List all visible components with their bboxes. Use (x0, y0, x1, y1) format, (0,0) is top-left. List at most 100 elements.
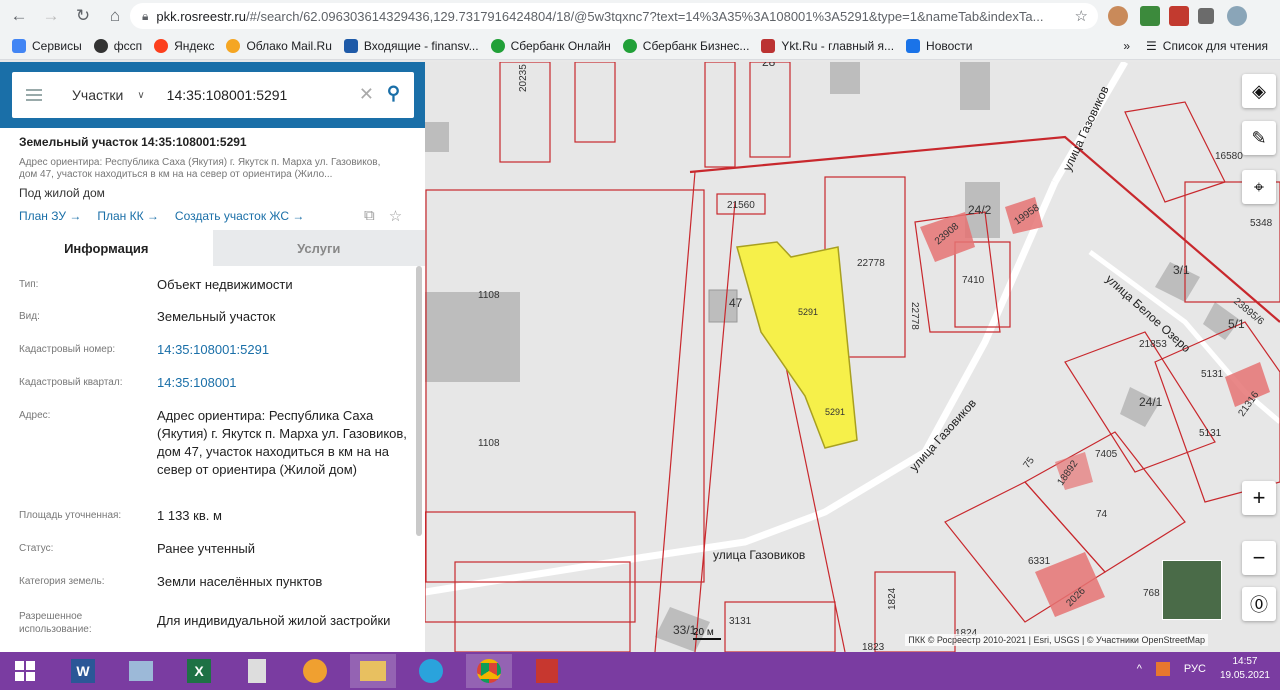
row-label: Тип: (19, 279, 39, 290)
info-row: Статус: Ранее учтенный (0, 536, 416, 569)
zoom-to-icon[interactable]: ⧉ (364, 207, 375, 225)
bookmark-star-icon[interactable]: ☆ (1075, 7, 1088, 25)
row-label: Вид: (19, 311, 40, 322)
search-icon[interactable]: ⚲ (387, 83, 400, 104)
start-icon[interactable] (2, 654, 48, 688)
zoom-out-button[interactable]: − (1242, 541, 1276, 575)
search-input[interactable]: 14:35:108001:5291 (167, 87, 288, 103)
row-value: Для индивидуальной жилой застройки (157, 613, 391, 628)
panel-scrollbar[interactable] (416, 266, 422, 536)
pdf-icon[interactable] (524, 654, 570, 688)
map-label: 5131 (1199, 428, 1222, 439)
zoom-in-button[interactable]: + (1242, 481, 1276, 515)
sberbank-icon (622, 38, 637, 53)
bookmark-item[interactable]: Сбербанк Онлайн (490, 38, 611, 53)
bookmark-item[interactable]: Облако Mail.Ru (226, 38, 332, 53)
calculator-icon[interactable] (234, 654, 280, 688)
bookmark-item[interactable]: Сбербанк Бизнес... (622, 38, 749, 53)
address-bar[interactable]: 🔒︎ pkk.rosreestr.ru/#/search/62.09630361… (130, 3, 1098, 29)
avatar[interactable] (1227, 6, 1247, 26)
compass-button[interactable]: ⓪ (1242, 587, 1276, 621)
object-title: Земельный участок 14:35:108001:5291 (19, 135, 247, 149)
search-bar: Участки ∨ 14:35:108001:5291 ✕ ⚲ (0, 62, 425, 128)
language-indicator[interactable]: РУС (1184, 663, 1206, 675)
plan-kk-link[interactable]: План КК → (97, 209, 159, 223)
measure-button[interactable]: ✎ (1242, 121, 1276, 155)
tray-app-icon[interactable] (1155, 662, 1170, 676)
row-value: Объект недвижимости (157, 277, 293, 292)
extension-icon[interactable] (1108, 6, 1128, 26)
app-icon[interactable] (292, 654, 338, 688)
system-tray: ^ РУС 14:57 19.05.2021 (1137, 655, 1270, 683)
map-label: 22778 (857, 258, 885, 269)
map-attribution: ПКК © Росреестр 2010-2021 | Esri, USGS |… (905, 634, 1208, 646)
create-plot-link[interactable]: Создать участок ЖС → (175, 209, 304, 223)
plan-zu-link[interactable]: План ЗУ → (19, 209, 81, 223)
word-icon[interactable]: W (60, 654, 106, 688)
row-value: Ранее учтенный (157, 541, 255, 556)
apps-icon (12, 38, 26, 53)
cadastral-number-link[interactable]: 14:35:108001:5291 (157, 341, 413, 365)
row-value: Адрес ориентира: Республика Саха (Якутия… (157, 408, 407, 477)
locate-button[interactable]: ⌖ (1242, 170, 1276, 204)
layers-button[interactable]: ◈ (1242, 74, 1276, 108)
row-label: Статус: (19, 543, 54, 554)
close-icon[interactable]: ✕ (359, 84, 374, 105)
clock[interactable]: 14:57 19.05.2021 (1220, 655, 1270, 683)
explorer-icon[interactable] (118, 654, 164, 688)
reload-icon[interactable]: ↻ (70, 3, 96, 29)
bookmark-item[interactable]: Ykt.Ru - главный я... (761, 38, 894, 53)
puzzle-icon[interactable] (1198, 8, 1214, 24)
map-label: 22778 (909, 302, 920, 330)
bookmark-item[interactable]: Яндекс (154, 38, 214, 53)
back-icon[interactable]: ← (6, 3, 32, 29)
map-label: 24/1 (1139, 395, 1163, 409)
map-label: 75 (1021, 455, 1037, 471)
info-row: Кадастровый номер: 14:35:108001:5291 (0, 332, 416, 365)
telegram-icon[interactable] (408, 654, 454, 688)
bookmark-item[interactable]: Сервисы (12, 38, 82, 53)
cadastral-quarter-link[interactable]: 14:35:108001 (157, 374, 413, 398)
bookmark-item[interactable]: Входящие - finansv... (343, 38, 479, 53)
building (425, 292, 520, 382)
bookmark-item[interactable]: Новости (906, 38, 973, 53)
street-label: улица Газовиков (1060, 84, 1112, 174)
info-row: Вид: Земельный участок (0, 299, 416, 332)
search-type-select[interactable]: Участки (72, 87, 123, 103)
info-row: Кадастровый квартал: 14:35:108001 (0, 365, 416, 398)
tray-chevron-icon[interactable]: ^ (1137, 663, 1142, 675)
ykt-icon (761, 38, 776, 53)
map-label: 7405 (1095, 449, 1118, 460)
map-label: 1823 (862, 642, 885, 652)
mail-icon (343, 38, 358, 53)
row-value: 1 133 кв. м (157, 508, 222, 523)
windows-taskbar: W X ^ РУС 14:57 19.05.2021 (0, 652, 1280, 690)
bookmark-item[interactable]: фссп (93, 38, 142, 53)
tab-services[interactable]: Услуги (212, 230, 425, 266)
extension-icon[interactable] (1140, 6, 1160, 26)
map-view[interactable]: 1108 1108 47 21560 5291 5291 22778 22778… (425, 62, 1280, 652)
forward-icon[interactable]: → (38, 3, 64, 29)
info-row: Адрес: Адрес ориентира: Республика Саха … (0, 398, 416, 503)
tab-info[interactable]: Информация (0, 230, 213, 266)
extension-icon[interactable] (1169, 6, 1189, 26)
cadastral-map[interactable]: 1108 1108 47 21560 5291 5291 22778 22778… (425, 62, 1280, 652)
map-label: 3/1 (1173, 263, 1190, 277)
menu-icon[interactable] (26, 89, 42, 101)
map-label: 24/2 (968, 203, 992, 217)
folder-icon[interactable] (350, 654, 396, 688)
favorite-star-icon[interactable]: ☆ (389, 207, 402, 225)
cloud-icon (226, 38, 241, 53)
map-label: 5/1 (1228, 317, 1245, 331)
home-icon[interactable]: ⌂ (102, 3, 128, 29)
map-label: 1108 (478, 290, 500, 301)
basemap-switcher[interactable] (1162, 560, 1222, 620)
chevron-down-icon[interactable]: ∨ (137, 90, 144, 101)
sberbank-icon (490, 38, 505, 53)
reading-list[interactable]: » ☰ Список для чтения (1123, 39, 1268, 53)
crosshair-icon: ⌖ (1253, 176, 1265, 197)
map-label: 28 (762, 62, 776, 69)
excel-icon[interactable]: X (176, 654, 222, 688)
map-label: 7410 (962, 275, 985, 286)
chrome-icon[interactable] (466, 654, 512, 688)
